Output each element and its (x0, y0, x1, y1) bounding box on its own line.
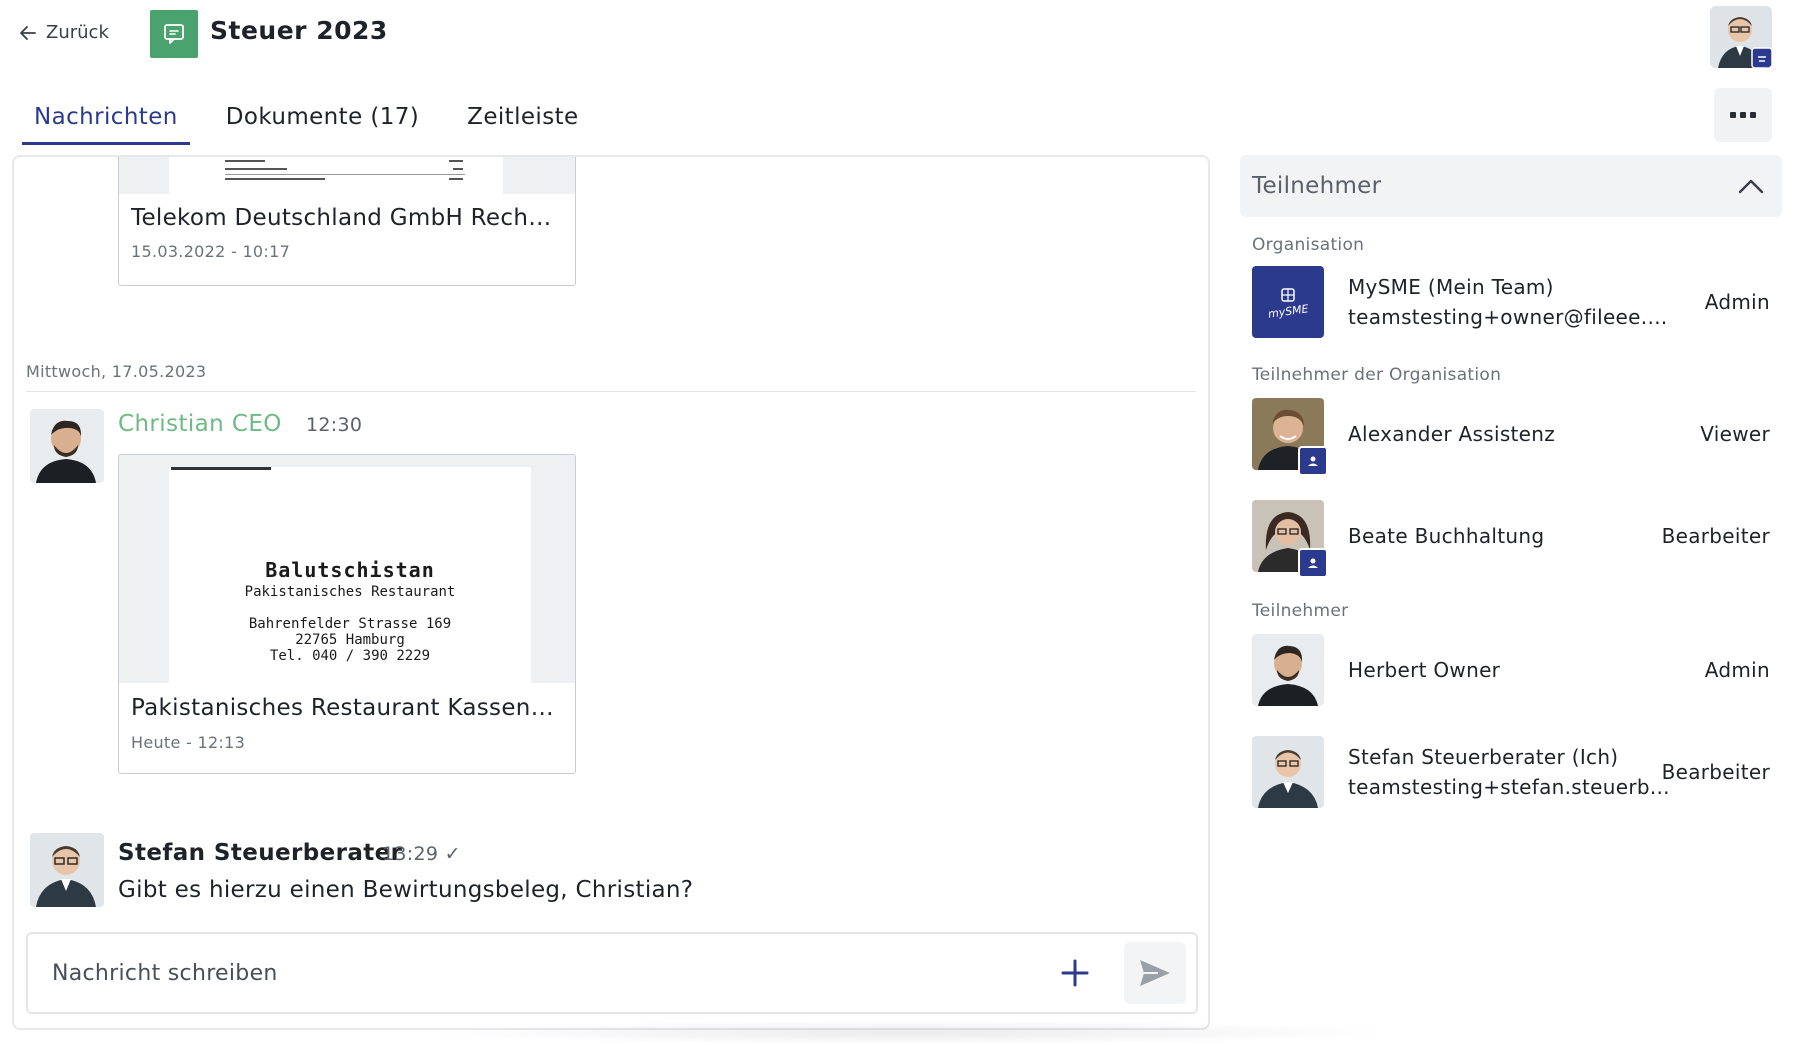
participant-name: Beate Buchhaltung (1348, 524, 1545, 548)
participant-row[interactable]: Stefan Steuerberater (Ich) teamstesting+… (1240, 729, 1782, 815)
document-card-telekom[interactable]: Telekom Deutschland GmbH Rechn... 15.03.… (118, 157, 576, 286)
more-options-button[interactable] (1714, 88, 1772, 142)
message-time: 13:29 ✓ (382, 843, 461, 865)
message-time: 12:30 (306, 414, 363, 436)
message-composer (26, 932, 1198, 1014)
participant-row[interactable]: Herbert Owner Admin (1240, 627, 1782, 713)
participants-header[interactable]: Teilnehmer (1240, 155, 1782, 217)
back-label: Zurück (46, 22, 109, 43)
participant-name: Herbert Owner (1348, 658, 1501, 682)
day-divider: Mittwoch, 17.05.2023 (26, 362, 1196, 392)
back-button[interactable]: Zurück (18, 22, 109, 43)
participant-row[interactable]: Beate Buchhaltung Bearbeiter (1240, 493, 1782, 579)
bottom-shadow (420, 1020, 1400, 1045)
arrow-left-icon (20, 25, 36, 40)
participant-role: Bearbeiter (1661, 760, 1770, 784)
tab-timeline[interactable]: Zeitleiste (455, 100, 590, 145)
org-logo: mySME (1252, 266, 1324, 338)
chat-panel: Telekom Deutschland GmbH Rechn... 15.03.… (12, 155, 1210, 1030)
more-dot-icon (1730, 112, 1736, 118)
participant-name: Stefan Steuerberater (Ich) (1348, 745, 1619, 769)
avatar[interactable] (30, 833, 104, 907)
avatar (1252, 736, 1324, 808)
participants-title: Teilnehmer (1252, 173, 1382, 199)
current-user-avatar[interactable] (1710, 6, 1772, 68)
avatar (1252, 634, 1324, 706)
section-organisation: Organisation (1252, 235, 1365, 255)
participant-name: MySME (Mein Team) (1348, 275, 1554, 299)
participant-role: Admin (1704, 290, 1770, 314)
conversation-icon (150, 10, 198, 58)
participants-panel: Teilnehmer Organisation mySME MySME (Mei… (1240, 155, 1782, 815)
receipt-city: 22765 Hamburg (295, 632, 405, 648)
org-logo-text: mySME (1266, 302, 1310, 321)
document-preview (169, 157, 503, 194)
participant-role: Admin (1704, 658, 1770, 682)
avatar (1252, 500, 1328, 578)
document-date: 15.03.2022 - 10:17 (131, 242, 291, 261)
receipt-preview: Balutschistan Pakistanisches Restaurant … (169, 467, 531, 683)
add-attachment-button[interactable] (1056, 954, 1094, 992)
avatar[interactable] (30, 409, 104, 483)
tab-messages[interactable]: Nachrichten (22, 100, 190, 145)
participant-email: teamstesting+stefan.steuerb... (1348, 775, 1670, 799)
participant-row[interactable]: Alexander Assistenz Viewer (1240, 391, 1782, 477)
tab-bar: Nachrichten Dokumente (17) Zeitleiste (22, 100, 615, 145)
document-thumbnail: Balutschistan Pakistanisches Restaurant … (119, 455, 575, 683)
document-thumbnail (119, 157, 575, 194)
avatar (1252, 398, 1328, 476)
chevron-up-icon (1738, 179, 1764, 194)
page-title: Steuer 2023 (210, 16, 388, 45)
message-author[interactable]: Stefan Steuerberater (118, 840, 402, 866)
document-date: Heute - 12:13 (131, 733, 246, 752)
org-building-icon (1281, 288, 1295, 302)
receipt-address: Bahrenfelder Strasse 169 (248, 616, 452, 632)
tab-documents[interactable]: Dokumente (17) (214, 100, 431, 145)
more-dot-icon (1740, 112, 1746, 118)
participant-row-org[interactable]: mySME MySME (Mein Team) teamstesting+own… (1240, 259, 1782, 345)
send-button[interactable] (1124, 942, 1186, 1004)
section-participants: Teilnehmer (1252, 601, 1349, 621)
receipt-name: Balutschistan (265, 558, 435, 582)
participant-name: Alexander Assistenz (1348, 422, 1556, 446)
message-author[interactable]: Christian CEO (118, 411, 282, 437)
section-org-members: Teilnehmer der Organisation (1252, 365, 1502, 385)
org-member-badge-icon (1298, 446, 1328, 476)
receipt-phone: Tel. 040 / 390 2229 (269, 648, 431, 664)
participant-role: Bearbeiter (1661, 524, 1770, 548)
org-member-badge-icon (1298, 548, 1328, 578)
participant-role: Viewer (1700, 422, 1770, 446)
document-title: Telekom Deutschland GmbH Rechn... (131, 205, 561, 231)
message-input[interactable] (52, 960, 1012, 986)
document-card-receipt[interactable]: Balutschistan Pakistanisches Restaurant … (118, 454, 576, 774)
receipt-subtitle: Pakistanisches Restaurant (244, 584, 456, 600)
participant-email: teamstesting+owner@fileee.com (1348, 305, 1678, 329)
message-text: Gibt es hierzu einen Bewirtungsbeleg, Ch… (118, 877, 694, 903)
document-title: Pakistanisches Restaurant Kassenz... (131, 695, 561, 721)
plus-icon (1061, 959, 1089, 987)
more-dot-icon (1750, 112, 1756, 118)
send-icon (1140, 960, 1170, 986)
